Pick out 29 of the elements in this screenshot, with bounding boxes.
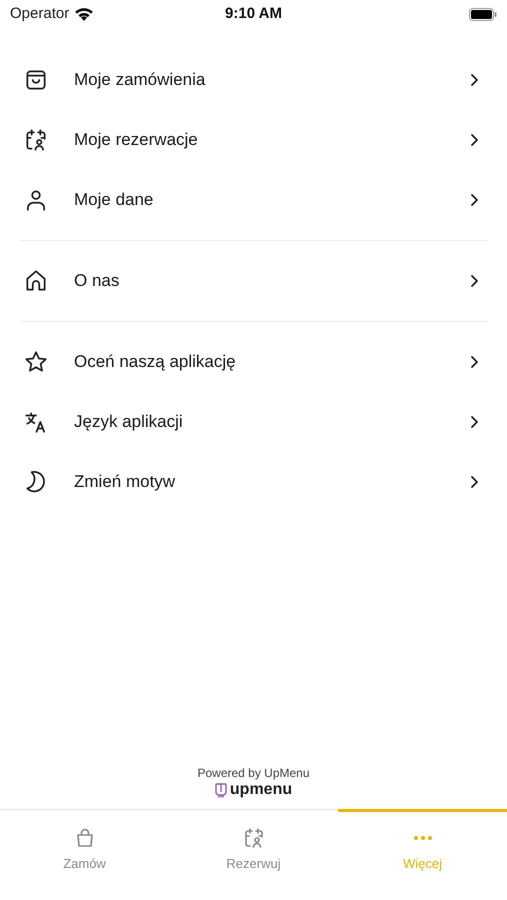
battery-icon — [469, 8, 497, 20]
chevron-right-icon — [469, 193, 479, 207]
menu-item-label: Oceń naszą aplikację — [74, 351, 237, 374]
menu-item[interactable]: O nas — [20, 251, 487, 311]
menu-item-label: Moje rezerwacje — [74, 129, 199, 152]
chevron-right-icon — [469, 415, 479, 429]
powered-by-text: Powered by UpMenu — [197, 765, 310, 781]
wifi-icon — [74, 6, 94, 22]
carrier-name: Operator — [10, 4, 70, 24]
menu-item-label: Moje zamówienia — [74, 69, 206, 92]
upmenu-logo[interactable]: upmenu — [214, 781, 292, 799]
chevron-right-icon — [469, 133, 479, 147]
chevron-right-icon — [469, 274, 479, 288]
chevron-right-icon — [469, 475, 479, 489]
menu-item[interactable]: Oceń naszą aplikację — [20, 332, 487, 392]
menu-item[interactable]: Język aplikacji — [20, 392, 487, 452]
menu-item-label: Moje dane — [74, 189, 154, 212]
menu-item-label: O nas — [74, 270, 120, 292]
chevron-right-icon — [469, 73, 479, 87]
menu-item[interactable]: Moje rezerwacje — [20, 110, 487, 170]
menu-item-label: Zmień motyw — [74, 471, 176, 494]
menu-item-label: Język aplikacji — [74, 411, 184, 434]
logo-icon — [214, 782, 227, 798]
menu-item[interactable]: Zmień motyw — [20, 452, 487, 512]
chevron-right-icon — [469, 355, 479, 369]
menu-item[interactable]: Moje dane — [20, 170, 487, 230]
more-icon — [414, 836, 432, 840]
menu-item[interactable]: Moje zamówienia — [20, 50, 487, 110]
status-time: 9:10 AM — [225, 4, 282, 24]
